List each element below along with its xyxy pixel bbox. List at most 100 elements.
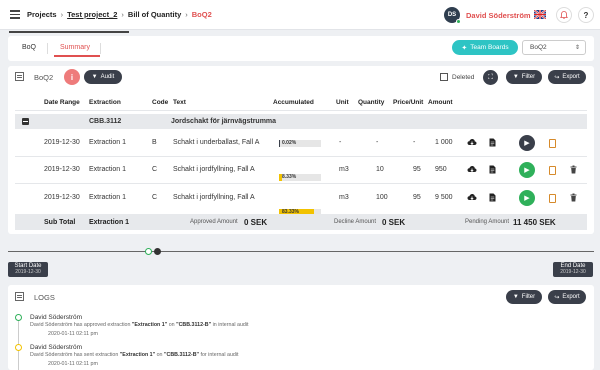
row-unit: m3 (339, 166, 349, 173)
process-action-button[interactable]: ▶ (519, 190, 535, 206)
filter-icon: ▼ (512, 294, 519, 300)
filter-button[interactable]: ▼ Filter (506, 70, 542, 84)
accumulated-progress-bar: 0.02% (279, 140, 321, 147)
breadcrumb-projects[interactable]: Projects (27, 10, 57, 19)
approved-label: Approved Amount (190, 219, 238, 225)
export-icon: ↪ (554, 294, 560, 301)
row-code: B (152, 139, 157, 146)
col-header-date: Date Range (44, 99, 80, 106)
document-icon[interactable] (489, 193, 496, 204)
cloud-download-icon[interactable] (467, 138, 477, 149)
export-button[interactable]: ↪ Export (548, 70, 586, 84)
subtotal-extraction: Extraction 1 (89, 219, 130, 226)
notification-bell-icon[interactable] (556, 7, 572, 23)
col-header-unit: Unit (336, 99, 349, 106)
tab-divider (100, 43, 101, 54)
col-header-accumulated: Accumulated (273, 99, 314, 106)
logs-title: LOGS (34, 293, 55, 302)
row-date: 2019-12-30 (44, 166, 80, 173)
chevron-updown-icon: ⇕ (574, 45, 580, 51)
row-quantity: - (376, 139, 379, 146)
group-code: CBB.3112 (89, 118, 122, 125)
row-unit: - (339, 139, 342, 146)
log-message: David Söderström has sent extraction "Ex… (30, 352, 239, 358)
team-icon: ✦ (461, 44, 468, 52)
row-unit: m3 (339, 194, 349, 201)
row-date: 2019-12-30 (44, 139, 80, 146)
active-tab-underline (54, 55, 100, 57)
row-extraction: Extraction 1 (89, 139, 126, 146)
trash-icon[interactable] (570, 165, 577, 176)
col-header-extraction: Extraction (89, 99, 121, 106)
list-icon (15, 292, 24, 301)
logs-export-button[interactable]: ↪ Export (548, 290, 586, 304)
user-name: David Söderström (466, 10, 531, 20)
pending-label: Pending Amount (465, 219, 510, 225)
breadcrumb: Projects › Test project_2 › Bill of Quanti… (27, 10, 212, 19)
cloud-download-icon[interactable] (467, 165, 477, 176)
row-text: Schakt i jordfyllning, Fall A (173, 166, 255, 173)
col-header-price: Price/Unit (393, 99, 424, 106)
play-icon: ▶ (524, 140, 530, 147)
subtotal-label: Sub Total (44, 219, 76, 226)
row-amount: 9 500 (435, 194, 453, 201)
process-action-button[interactable]: ▶ (519, 135, 535, 151)
breadcrumb-section[interactable]: Bill of Quantity (128, 10, 181, 19)
cloud-download-icon[interactable] (467, 193, 477, 204)
user-profile[interactable]: DS David Söderström (444, 7, 531, 24)
log-status-dot (15, 314, 22, 321)
team-boards-button[interactable]: ✦ Team Boards (452, 40, 518, 55)
process-action-button[interactable]: ▶ (519, 162, 535, 178)
document-icon[interactable] (489, 165, 496, 176)
log-message: David Söderström has approved extraction… (30, 322, 249, 328)
col-header-amount: Amount (428, 99, 453, 106)
approved-value: 0 SEK (244, 218, 268, 227)
uk-flag-icon[interactable] (534, 10, 546, 19)
note-icon[interactable] (549, 166, 556, 175)
breadcrumb-project[interactable]: Test project_2 (67, 10, 117, 19)
row-price: - (413, 139, 416, 146)
tab-boq[interactable]: BoQ (22, 44, 36, 51)
export-icon: ↪ (554, 74, 560, 81)
chevron-right-icon: › (121, 10, 124, 19)
row-amount: 950 (435, 166, 447, 173)
accumulated-progress-bar: 8.33% (279, 174, 321, 181)
log-status-dot (15, 344, 22, 351)
end-date-badge: End Date 2019-12-30 (553, 262, 593, 277)
timeline-track (8, 251, 594, 252)
row-text: Schakt i underballast, Fall A (173, 139, 260, 146)
row-price: 95 (413, 194, 421, 201)
boq-select[interactable]: BoQ2 ⇕ (522, 40, 586, 55)
note-icon[interactable] (549, 139, 556, 148)
decline-value: 0 SEK (382, 218, 406, 227)
divider (15, 110, 587, 111)
card-title: BoQ2 (34, 73, 54, 82)
trash-icon[interactable] (570, 193, 577, 204)
expand-icon[interactable]: ⛶ (483, 70, 498, 85)
chevron-right-icon: › (185, 10, 188, 19)
filter-icon: ▼ (91, 74, 98, 80)
document-icon[interactable] (489, 138, 496, 149)
row-divider (15, 156, 587, 157)
log-timestamp: 2020-01-11 02:11 pm (48, 331, 98, 337)
logs-filter-button[interactable]: ▼ Filter (506, 290, 542, 304)
info-button[interactable]: i (64, 69, 80, 85)
log-user: David Söderström (30, 344, 83, 351)
help-icon[interactable]: ? (578, 7, 594, 23)
header-divider (9, 31, 129, 33)
tab-summary[interactable]: Summary (60, 44, 90, 51)
row-extraction: Extraction 1 (89, 194, 126, 201)
timeline-end-handle[interactable] (154, 248, 161, 255)
deleted-checkbox[interactable]: Deleted (440, 73, 474, 81)
col-header-text: Text (173, 99, 186, 106)
accumulated-label: 8.33% (282, 174, 297, 180)
checkbox-icon (440, 73, 448, 81)
row-quantity: 100 (376, 194, 388, 201)
chevron-right-icon: › (60, 10, 64, 19)
audit-button[interactable]: ▼ Audit (84, 70, 122, 84)
collapse-icon[interactable] (22, 118, 29, 125)
timeline-start-handle[interactable] (145, 248, 152, 255)
row-date: 2019-12-30 (44, 194, 80, 201)
note-icon[interactable] (549, 194, 556, 203)
hamburger-menu-icon[interactable] (10, 10, 20, 19)
